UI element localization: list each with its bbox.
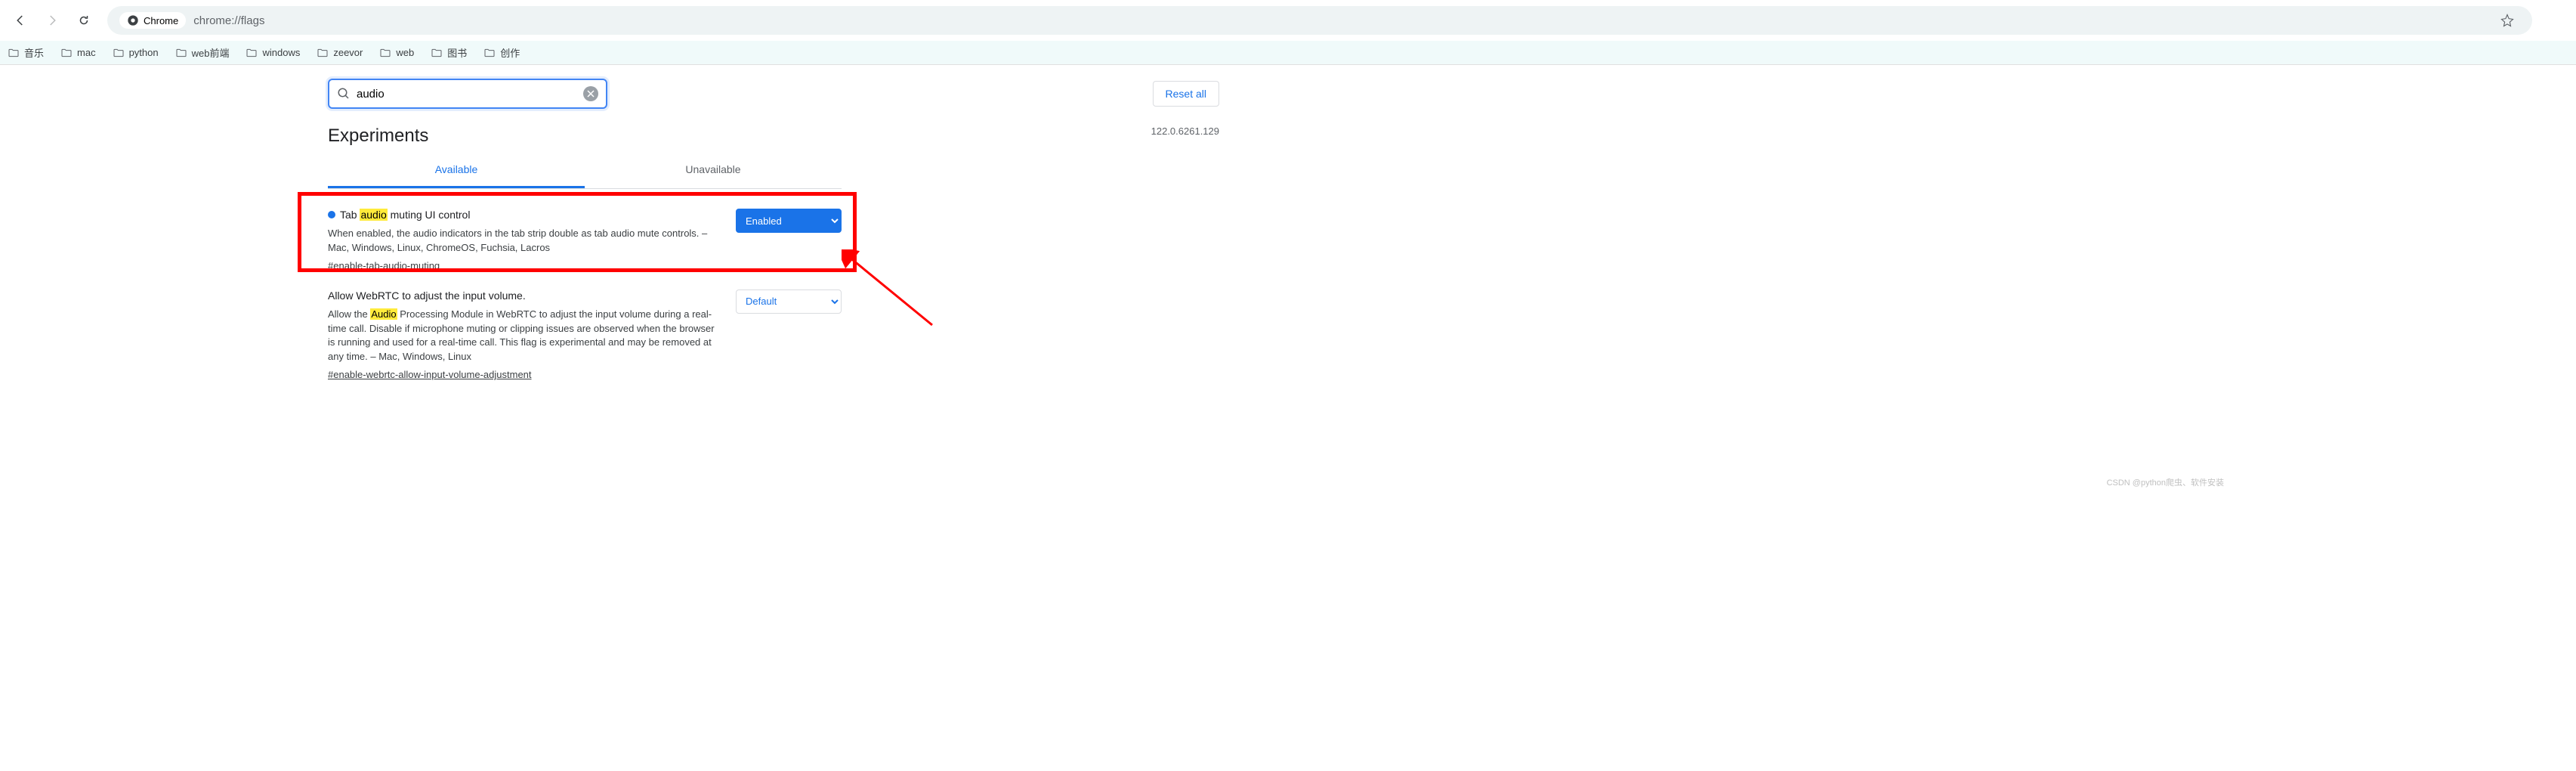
star-icon [2500, 14, 2514, 27]
chrome-icon [127, 14, 139, 26]
page-header: Experiments 122.0.6261.129 [328, 119, 842, 153]
tab-unavailable[interactable]: Unavailable [585, 153, 842, 188]
search-box [328, 79, 607, 109]
tab-available[interactable]: Available [328, 153, 585, 188]
close-icon [587, 90, 595, 98]
folder-icon [483, 47, 496, 59]
bookmark-label: web [396, 47, 414, 58]
search-icon [337, 87, 351, 101]
modified-indicator-icon [328, 211, 335, 218]
flag-state-select[interactable]: Default [736, 290, 842, 314]
bookmark-label: mac [77, 47, 96, 58]
flag-title: Tab audio muting UI control [340, 209, 470, 221]
bookmark-folder[interactable]: 图书 [431, 45, 467, 60]
bookmarks-bar: 音乐 mac python web前端 windows zeevor web 图书 创作 [0, 41, 2576, 65]
bookmark-folder[interactable]: 音乐 [8, 45, 44, 60]
reload-button[interactable] [71, 8, 97, 33]
bookmark-folder[interactable]: zeevor [317, 47, 363, 59]
flag-title: Allow WebRTC to adjust the input volume. [328, 290, 526, 302]
flag-item: Allow WebRTC to adjust the input volume.… [328, 283, 842, 392]
flag-state-select[interactable]: Enabled [736, 209, 842, 233]
reload-icon [77, 14, 91, 27]
arrow-left-icon [14, 14, 27, 27]
chrome-version: 122.0.6261.129 [1151, 125, 1219, 137]
forward-button[interactable] [39, 8, 65, 33]
flag-item: Tab audio muting UI control When enabled… [328, 203, 842, 283]
address-bar[interactable]: Chrome chrome://flags [107, 6, 2532, 35]
bookmark-label: web前端 [192, 45, 230, 60]
arrow-right-icon [45, 14, 59, 27]
bookmark-star-button[interactable] [2494, 8, 2520, 33]
search-row: Reset all [328, 65, 842, 119]
watermark-text: CSDN @python爬虫、软件安装 [2107, 476, 2224, 488]
clear-search-button[interactable] [583, 86, 598, 101]
bookmark-label: windows [262, 47, 300, 58]
bookmark-folder[interactable]: mac [60, 47, 96, 59]
folder-icon [60, 47, 73, 59]
folder-icon [113, 47, 125, 59]
page-title: Experiments [328, 125, 428, 147]
tabs: Available Unavailable [328, 153, 842, 189]
folder-icon [379, 47, 391, 59]
flag-description: When enabled, the audio indicators in th… [328, 227, 721, 255]
bookmark-folder[interactable]: windows [246, 47, 300, 59]
flag-description: Allow the Audio Processing Module in Web… [328, 308, 721, 364]
bookmark-folder[interactable]: 创作 [483, 45, 520, 60]
site-chip-label: Chrome [144, 15, 178, 26]
folder-icon [175, 47, 187, 59]
annotation-arrow [842, 249, 940, 333]
flag-anchor-link[interactable]: #enable-webrtc-allow-input-volume-adjust… [328, 369, 532, 380]
back-button[interactable] [8, 8, 33, 33]
bookmark-label: 图书 [447, 45, 467, 60]
search-input[interactable] [357, 88, 583, 101]
flags-list: Tab audio muting UI control When enabled… [328, 189, 842, 406]
bookmark-label: zeevor [333, 47, 363, 58]
bookmark-folder[interactable]: web [379, 47, 414, 59]
bookmark-label: 音乐 [24, 45, 44, 60]
folder-icon [246, 47, 258, 59]
reset-all-button[interactable]: Reset all [1153, 81, 1219, 107]
folder-icon [8, 47, 20, 59]
bookmark-label: 创作 [500, 45, 520, 60]
bookmark-label: python [129, 47, 159, 58]
flags-page: Reset all Experiments 122.0.6261.129 Ava… [0, 65, 1169, 406]
flag-anchor-link[interactable]: #enable-tab-audio-muting [328, 260, 440, 271]
url-text: chrome://flags [193, 14, 264, 27]
bookmark-folder[interactable]: web前端 [175, 45, 230, 60]
bookmark-folder[interactable]: python [113, 47, 159, 59]
browser-toolbar: Chrome chrome://flags [0, 0, 2576, 41]
folder-icon [431, 47, 443, 59]
site-chip[interactable]: Chrome [119, 12, 186, 29]
folder-icon [317, 47, 329, 59]
